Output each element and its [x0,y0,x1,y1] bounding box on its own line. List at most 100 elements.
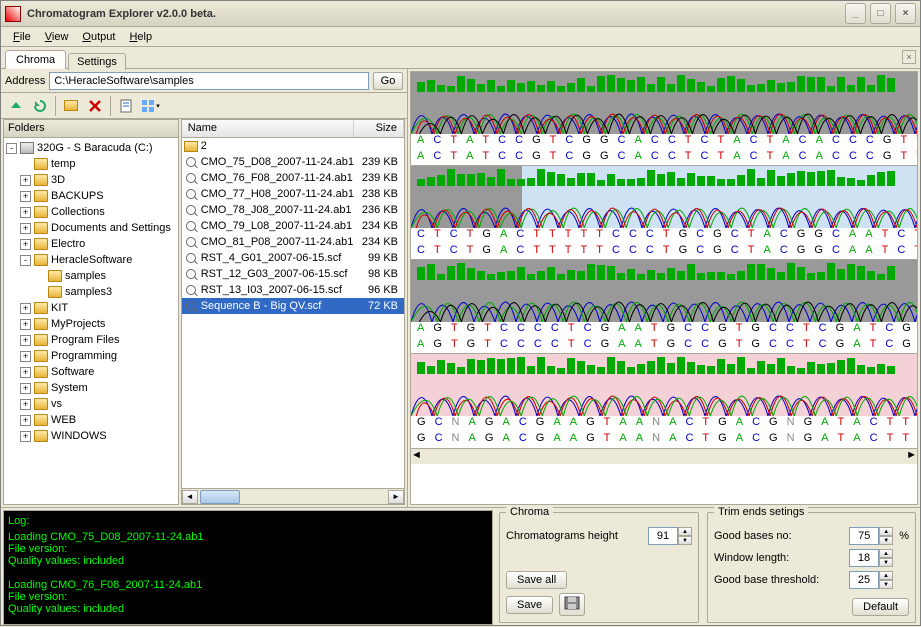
delete-icon[interactable] [84,95,106,117]
tree-item[interactable]: +Program Files [6,332,176,348]
tree-item[interactable]: +Software [6,364,176,380]
chroma-height-input[interactable] [648,527,678,545]
tree-toggle-icon[interactable]: + [20,175,31,186]
tree-toggle-icon[interactable]: + [20,191,31,202]
tree-item[interactable]: +Programming [6,348,176,364]
chroma-scroll-right-icon[interactable]: ► [906,449,917,464]
tree-item[interactable]: +WEB [6,412,176,428]
parent-folder-row[interactable]: 2 [182,138,404,154]
column-size[interactable]: Size [354,120,404,137]
threshold-input[interactable] [849,571,879,589]
scroll-thumb[interactable] [200,490,240,504]
tree-item[interactable]: +MyProjects [6,316,176,332]
menu-help[interactable]: Help [123,29,158,45]
tree-item[interactable]: +vs [6,396,176,412]
menu-file[interactable]: File [7,29,37,45]
tree-toggle-icon[interactable]: + [20,239,31,250]
chroma-track-2[interactable]: C T C T G A C T T T T T C C C T G C G C … [411,166,917,260]
menu-view[interactable]: View [39,29,75,45]
scroll-left-icon[interactable]: ◄ [182,490,198,504]
spin-down-icon[interactable]: ▼ [678,536,692,545]
view-mode-icon[interactable]: ▾ [139,95,161,117]
menu-output[interactable]: Output [76,29,121,45]
window-length-input[interactable] [849,549,879,567]
close-button[interactable]: × [895,3,916,24]
file-row[interactable]: CMO_78_J08_2007-11-24.ab1236 KB [182,202,404,218]
folder-icon [34,350,48,362]
tree-item[interactable]: +Electro [6,236,176,252]
open-icon[interactable] [60,95,82,117]
scroll-right-icon[interactable]: ► [388,490,404,504]
tree-toggle-icon[interactable]: + [20,319,31,330]
chroma-track-3[interactable]: A G T G T C C C C T C G A A T G C C G T … [411,260,917,354]
threshold-spinner[interactable]: ▲▼ [849,571,893,589]
file-row[interactable]: RST_4_G01_2007-06-15.scf99 KB [182,250,404,266]
tab-settings[interactable]: Settings [68,53,126,70]
file-icon [186,173,196,183]
chroma-settings-group: Chroma Chromatograms height ▲▼ Save all … [499,512,699,623]
tab-chroma[interactable]: Chroma [5,50,66,69]
good-bases-input[interactable] [849,527,879,545]
address-input[interactable] [49,72,369,90]
file-row[interactable]: CMO_79_L08_2007-11-24.ab1234 KB [182,218,404,234]
tree-item[interactable]: samples3 [6,284,176,300]
tree-toggle-icon[interactable]: + [20,399,31,410]
spin-up-icon[interactable]: ▲ [678,527,692,536]
save-all-button[interactable]: Save all [506,571,567,589]
file-row[interactable]: CMO_81_P08_2007-11-24.ab1234 KB [182,234,404,250]
chroma-scrollbar[interactable]: ◄ ► [411,448,917,464]
tree-toggle-icon[interactable]: + [20,303,31,314]
chroma-scroll-left-icon[interactable]: ◄ [411,449,422,464]
column-name[interactable]: Name [182,120,354,137]
file-row[interactable]: CMO_76_F08_2007-11-24.ab1239 KB [182,170,404,186]
tree-item[interactable]: +WINDOWS [6,428,176,444]
good-bases-spinner[interactable]: ▲▼ [849,527,893,545]
folder-icon [34,254,48,266]
tree-toggle-icon[interactable]: + [20,223,31,234]
minimize-button[interactable]: _ [845,3,866,24]
tree-item[interactable]: +System [6,380,176,396]
tree-item[interactable]: +KIT [6,300,176,316]
tree-toggle-icon[interactable]: + [20,207,31,218]
tree-item[interactable]: -HeracleSoftware [6,252,176,268]
file-row[interactable]: RST_12_G03_2007-06-15.scf98 KB [182,266,404,282]
file-row[interactable]: RST_13_I03_2007-06-15.scf96 KB [182,282,404,298]
folder-icon [34,318,48,330]
tree-root[interactable]: - 320G - S Baracuda (C:) [6,140,176,156]
file-list-scrollbar[interactable]: ◄ ► [182,488,404,504]
go-button[interactable]: Go [373,72,403,90]
refresh-icon[interactable] [29,95,51,117]
tree-toggle-icon[interactable]: + [20,367,31,378]
tree-item[interactable]: +3D [6,172,176,188]
chromatogram-area[interactable]: A C T A T C C G T C G G C A C C T C T A … [410,71,918,505]
folder-tree[interactable]: - 320G - S Baracuda (C:) temp+3D+BACKUPS… [4,138,178,504]
tree-toggle-icon[interactable]: - [20,255,31,266]
tree-item[interactable]: +Documents and Settings [6,220,176,236]
nav-up-icon[interactable] [5,95,27,117]
maximize-button[interactable]: □ [870,3,891,24]
chroma-group-title: Chroma [506,506,553,518]
chroma-track-1[interactable]: A C T A T C C G T C G G C A C C T C T A … [411,72,917,166]
tree-item[interactable]: +BACKUPS [6,188,176,204]
tree-item[interactable]: samples [6,268,176,284]
tree-toggle-icon[interactable]: + [20,383,31,394]
tree-toggle-icon[interactable]: + [20,415,31,426]
tree-item[interactable]: temp [6,156,176,172]
file-row[interactable]: CMO_77_H08_2007-11-24.ab1238 KB [182,186,404,202]
file-icon [186,205,196,215]
tab-close-icon[interactable]: × [902,50,916,64]
save-disk-icon[interactable] [559,593,585,616]
tree-toggle-icon[interactable]: + [20,351,31,362]
tree-toggle-icon[interactable]: + [20,431,31,442]
properties-icon[interactable] [115,95,137,117]
chroma-track-4[interactable]: G C N A G A C G A A G T A A N A C T G A … [411,354,917,448]
file-row[interactable]: Sequence B - Big QV.scf72 KB [182,298,404,314]
default-button[interactable]: Default [852,598,909,616]
tree-toggle-icon[interactable]: + [20,335,31,346]
tree-toggle-icon[interactable]: - [6,143,17,154]
file-row[interactable]: CMO_75_D08_2007-11-24.ab1239 KB [182,154,404,170]
tree-item[interactable]: +Collections [6,204,176,220]
save-button[interactable]: Save [506,596,553,614]
window-length-spinner[interactable]: ▲▼ [849,549,893,567]
chroma-height-spinner[interactable]: ▲▼ [648,527,692,545]
